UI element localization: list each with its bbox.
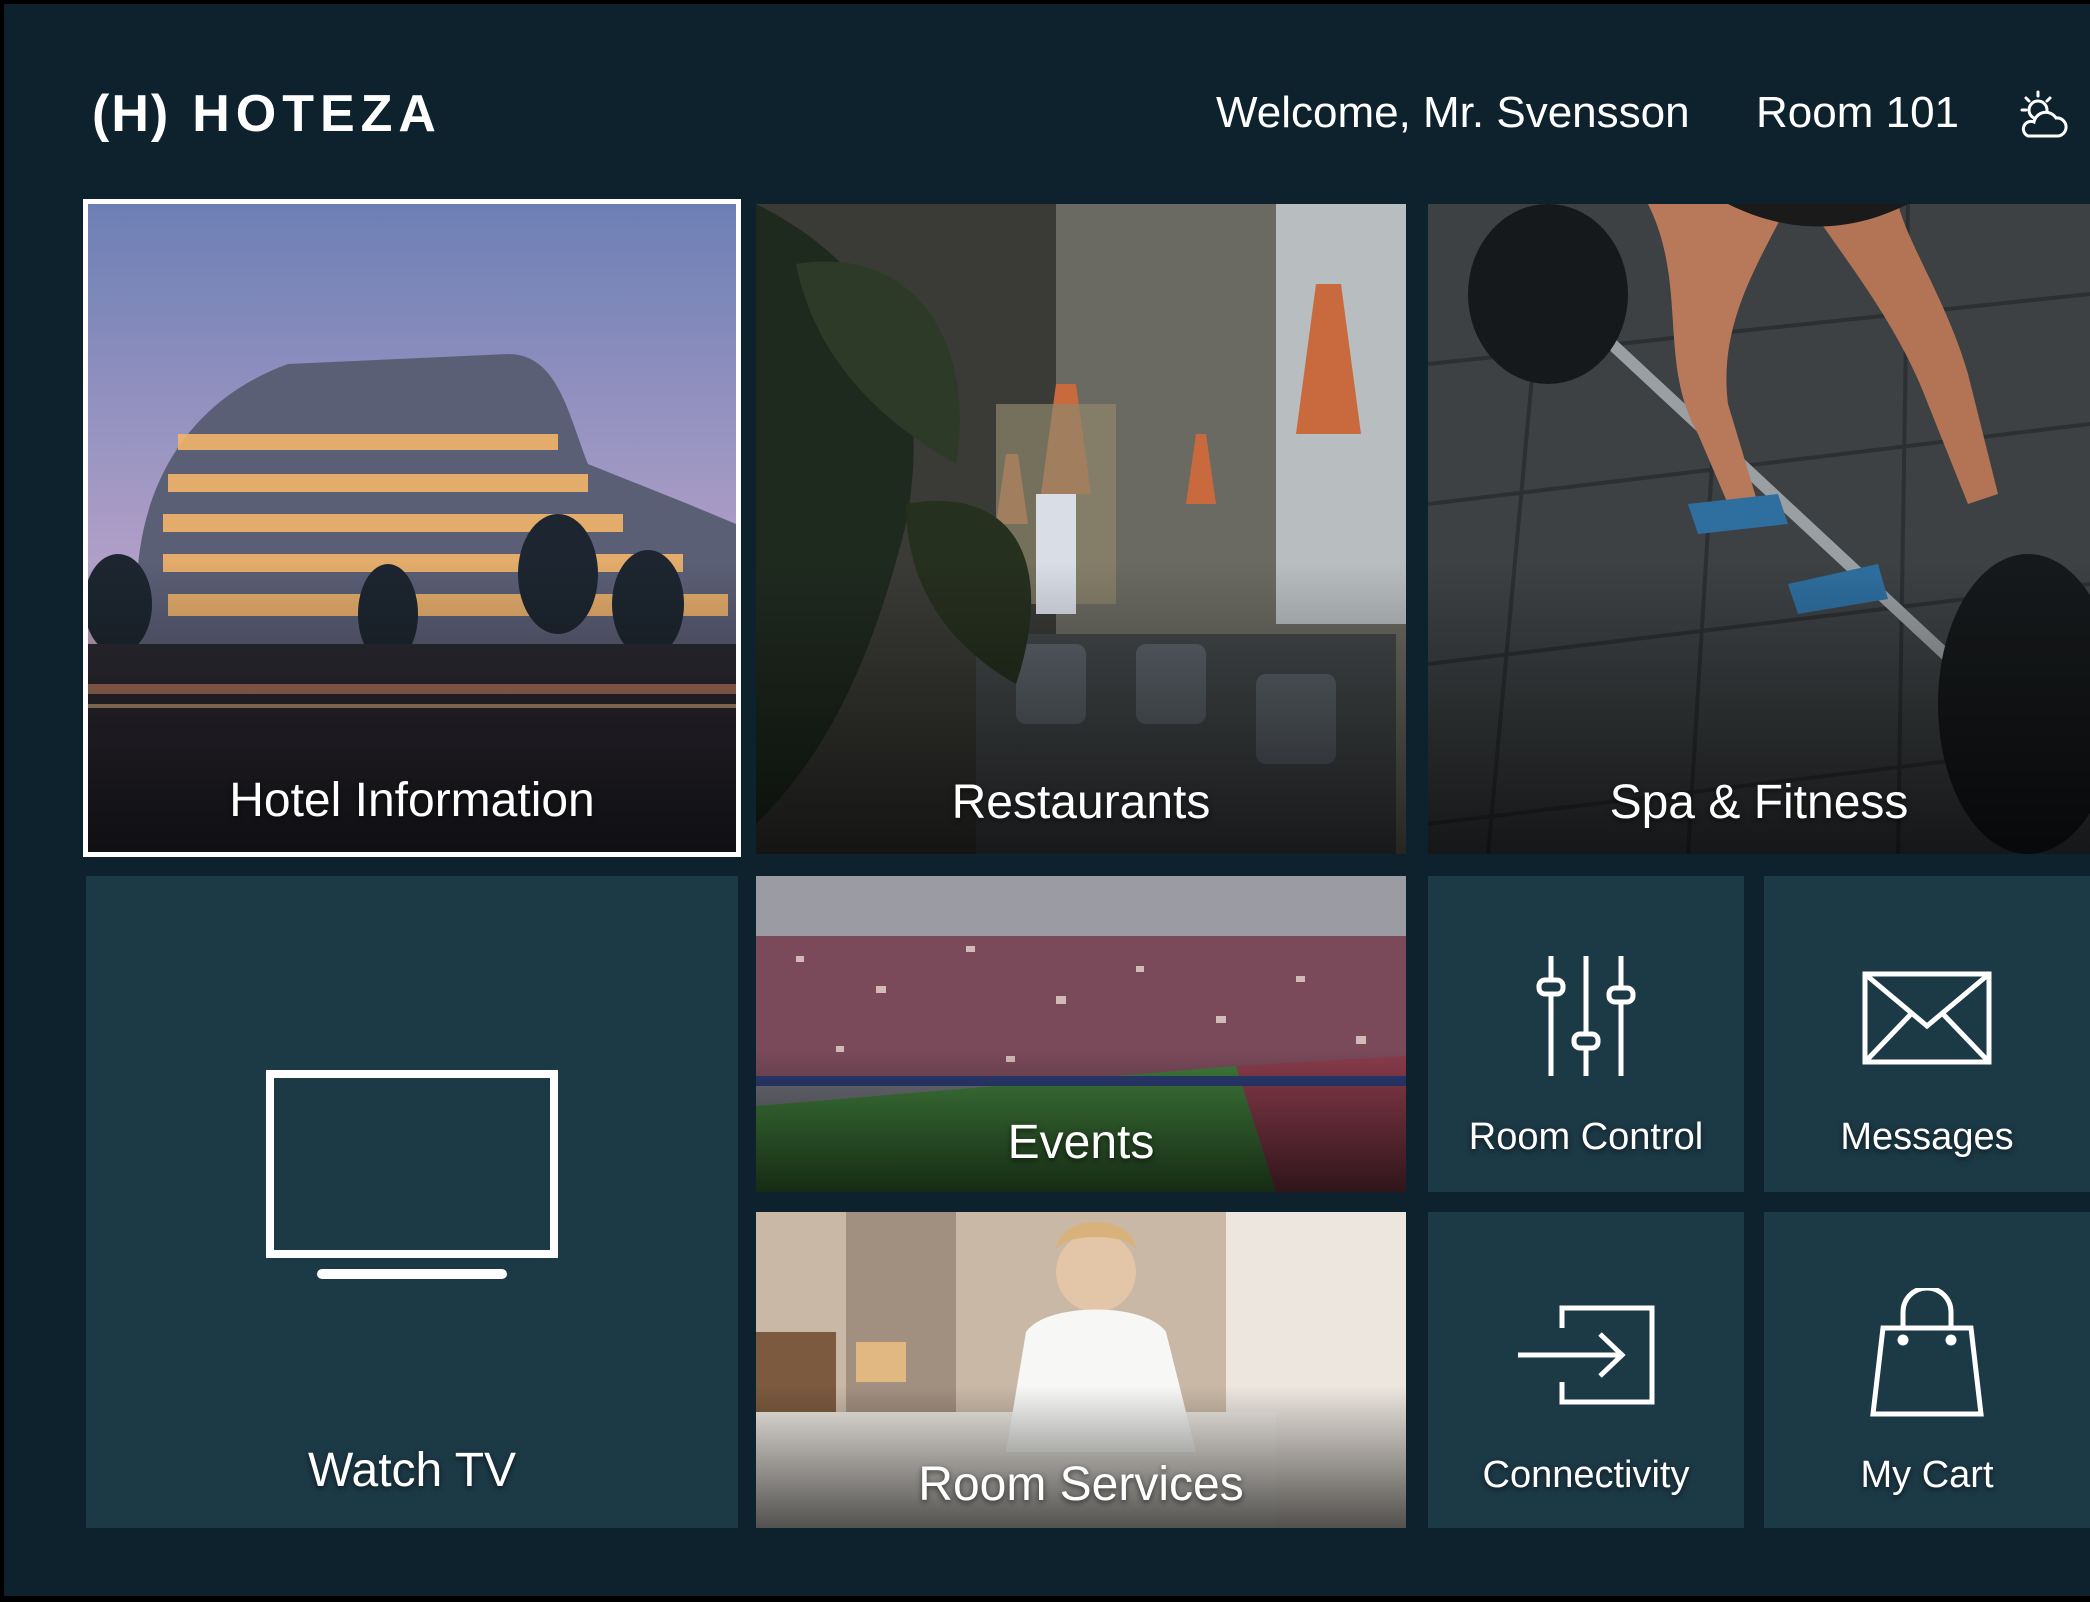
tile-my-cart[interactable]: My Cart — [1764, 1212, 2090, 1528]
hoteza-logo: (H) HOTEZA — [92, 82, 442, 146]
tile-hotel-information[interactable]: Hotel Information — [83, 199, 741, 857]
home-screen: (H) HOTEZA Welcome, Mr. Svensson Room 10… — [4, 4, 2090, 1596]
envelope-icon — [1862, 971, 1992, 1065]
tile-label: Connectivity — [1482, 1454, 1690, 1496]
tv-icon — [266, 1070, 558, 1279]
tile-label: My Cart — [1860, 1454, 1994, 1496]
logo-text: HOTEZA — [192, 85, 442, 143]
tile-spa-fitness[interactable]: Spa & Fitness — [1428, 204, 2090, 854]
tile-connectivity[interactable]: Connectivity — [1428, 1212, 1744, 1528]
tile-label: Room Control — [1468, 1116, 1704, 1158]
welcome-text: Welcome, Mr. Svensson — [1216, 88, 1690, 137]
tile-label: Events — [1007, 1116, 1155, 1169]
shopping-bag-icon — [1870, 1288, 1984, 1417]
tile-room-control[interactable]: Room Control — [1428, 876, 1744, 1192]
tile-room-services[interactable]: Room Services — [756, 1212, 1406, 1528]
tile-events[interactable]: Events — [756, 876, 1406, 1192]
tile-label: Hotel Information — [229, 774, 595, 827]
tile-watch-tv[interactable]: Watch TV — [86, 876, 738, 1528]
logo-mark: (H) — [92, 85, 171, 143]
login-arrow-icon — [1518, 1305, 1655, 1405]
tile-label: Watch TV — [307, 1444, 517, 1497]
tile-messages[interactable]: Messages — [1764, 876, 2090, 1192]
room-number: Room 101 — [1756, 88, 1960, 137]
sliders-icon — [1536, 956, 1636, 1076]
tile-label: Restaurants — [951, 776, 1211, 829]
tile-restaurants[interactable]: Restaurants — [756, 204, 1406, 854]
tile-label: Room Services — [918, 1458, 1244, 1511]
tile-label: Messages — [1840, 1116, 2014, 1158]
tile-label: Spa & Fitness — [1609, 776, 1909, 829]
partly-cloudy-icon — [2020, 90, 2068, 138]
